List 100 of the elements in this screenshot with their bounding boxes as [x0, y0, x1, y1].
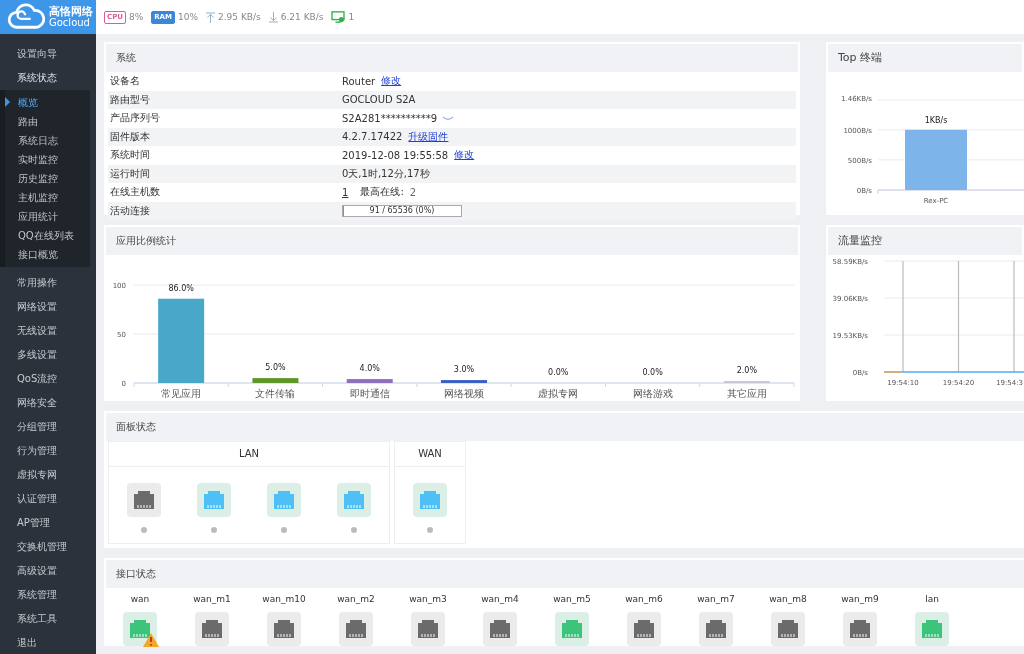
- data-label: 0.0%: [548, 368, 569, 377]
- category-label: 网络游戏: [632, 388, 673, 399]
- menu-item[interactable]: 退出: [0, 631, 96, 654]
- panel-title: 系统: [104, 42, 800, 72]
- download-icon: [268, 11, 278, 23]
- category-label: 网络视频: [444, 388, 484, 399]
- submenu-item[interactable]: 历史监控: [5, 169, 90, 188]
- connections-progress-bar: 91 / 65536 (0%): [342, 204, 462, 217]
- menu-item[interactable]: 虚拟专网: [0, 463, 96, 487]
- interface-name: wan_m7: [697, 594, 735, 604]
- edit-link[interactable]: 修改: [381, 74, 402, 89]
- edit-link[interactable]: 升级固件: [408, 129, 449, 144]
- field-label: 系统时间: [109, 148, 151, 163]
- status-value: 8%: [128, 12, 144, 22]
- field-label: 最高在线:: [360, 185, 404, 200]
- data-label: 86.0%: [168, 283, 194, 293]
- port-group-title: LAN: [109, 442, 389, 467]
- interface-name: wan_m1: [193, 594, 231, 604]
- panel-title: 面板状态: [104, 411, 1024, 441]
- status-value: 6.21 KB/s: [280, 12, 324, 22]
- field-value: 0天,1时,12分,17秒: [342, 166, 430, 181]
- submenu-item[interactable]: 应用统计: [5, 207, 90, 226]
- interface-name: wan_m3: [409, 594, 447, 604]
- field-label: 在线主机数: [109, 185, 161, 200]
- menu-item[interactable]: QoS流控: [0, 367, 96, 391]
- field-value: Router: [342, 75, 376, 87]
- panel-title: 应用比例统计: [104, 225, 800, 255]
- status-dot: [141, 527, 147, 533]
- status-value: 2.95 KB/s: [218, 12, 261, 22]
- brand-subtitle: Gocloud: [49, 17, 91, 28]
- field-label: 固件版本: [109, 129, 151, 144]
- interface-name: wan: [130, 594, 150, 604]
- bar: [252, 378, 299, 383]
- edit-link[interactable]: 修改: [454, 148, 475, 163]
- panel-title: 流量监控: [826, 225, 1024, 255]
- submenu-item[interactable]: 实时监控: [5, 150, 90, 169]
- status-value: 10%: [178, 12, 199, 22]
- interface-name: wan_m5: [553, 594, 591, 604]
- menu-item[interactable]: 高级设置: [0, 559, 96, 583]
- submenu-item[interactable]: 系统日志: [5, 131, 90, 150]
- submenu-item[interactable]: 接口概览: [5, 245, 90, 264]
- menu-item[interactable]: 系统工具: [0, 607, 96, 631]
- submenu-item[interactable]: 概览: [5, 93, 90, 112]
- field-value: GOCLOUD S2A: [342, 94, 416, 106]
- submenu-item[interactable]: 路由: [5, 112, 90, 131]
- port-group-title: WAN: [395, 442, 465, 467]
- menu-item[interactable]: 设置向导: [0, 42, 96, 66]
- brand-name: 高恪网络: [49, 5, 93, 18]
- cloud-logo-icon: [6, 3, 46, 31]
- interface-name: wan_m4: [481, 594, 519, 604]
- menu-item[interactable]: 系统状态: [0, 66, 96, 90]
- menu-item[interactable]: 常用操作: [0, 271, 96, 295]
- data-label: 1KB/s: [924, 115, 948, 125]
- menu-item[interactable]: AP管理: [0, 511, 96, 535]
- field-label: 产品序列号: [109, 111, 161, 126]
- field-value: 2019-12-08 19:55:58: [342, 149, 449, 161]
- field-value: 2: [409, 186, 417, 198]
- bar: [441, 380, 487, 383]
- status-dot: [351, 527, 357, 533]
- category-label: 虚拟专网: [538, 388, 579, 399]
- selected-marker-icon: [5, 97, 10, 107]
- interface-name: wan_m9: [841, 594, 879, 604]
- monitor-icon: [331, 11, 346, 23]
- category-label: 其它应用: [726, 388, 767, 399]
- field-label: 运行时间: [109, 166, 151, 181]
- status-dot: [211, 527, 217, 533]
- panel-title: Top 终端: [826, 42, 1024, 72]
- status-dot: [427, 527, 433, 533]
- warning-icon: [143, 633, 159, 647]
- submenu-item[interactable]: 主机监控: [5, 188, 90, 207]
- data-label: 0.0%: [642, 368, 663, 377]
- status-dot: [281, 527, 287, 533]
- menu-item[interactable]: 认证管理: [0, 487, 96, 511]
- interface-name: lan: [925, 594, 939, 604]
- field-value: 4.2.7.17422: [342, 131, 403, 143]
- field-label: 设备名: [109, 74, 141, 89]
- category-label: 常见应用: [161, 388, 202, 399]
- field-value: S2A281**********9: [342, 112, 437, 124]
- menu-item[interactable]: 系统管理: [0, 583, 96, 607]
- data-label: 5.0%: [265, 363, 286, 373]
- menu-item[interactable]: 多线设置: [0, 343, 96, 367]
- menu-item[interactable]: 分组管理: [0, 415, 96, 439]
- bar: [905, 129, 967, 190]
- field-label: 活动连接: [109, 203, 151, 218]
- host-count-link[interactable]: 1: [342, 186, 349, 198]
- menu-item[interactable]: 交换机管理: [0, 535, 96, 559]
- panel-title: 接口状态: [104, 558, 1024, 588]
- interface-name: wan_m10: [262, 594, 306, 604]
- interface-name: wan_m8: [769, 594, 807, 604]
- menu-item[interactable]: 网络设置: [0, 295, 96, 319]
- data-label: 4.0%: [359, 364, 380, 374]
- menu-item[interactable]: 网络安全: [0, 391, 96, 415]
- field-label: 路由型号: [109, 92, 151, 107]
- submenu-item[interactable]: QQ在线列表: [5, 226, 90, 245]
- menu-item[interactable]: 无线设置: [0, 319, 96, 343]
- status-value: 1: [348, 12, 355, 22]
- menu-item[interactable]: 行为管理: [0, 439, 96, 463]
- eye-closed-icon[interactable]: [443, 115, 453, 121]
- category-label: 即时通信: [349, 388, 390, 399]
- data-label: 3.0%: [453, 365, 475, 375]
